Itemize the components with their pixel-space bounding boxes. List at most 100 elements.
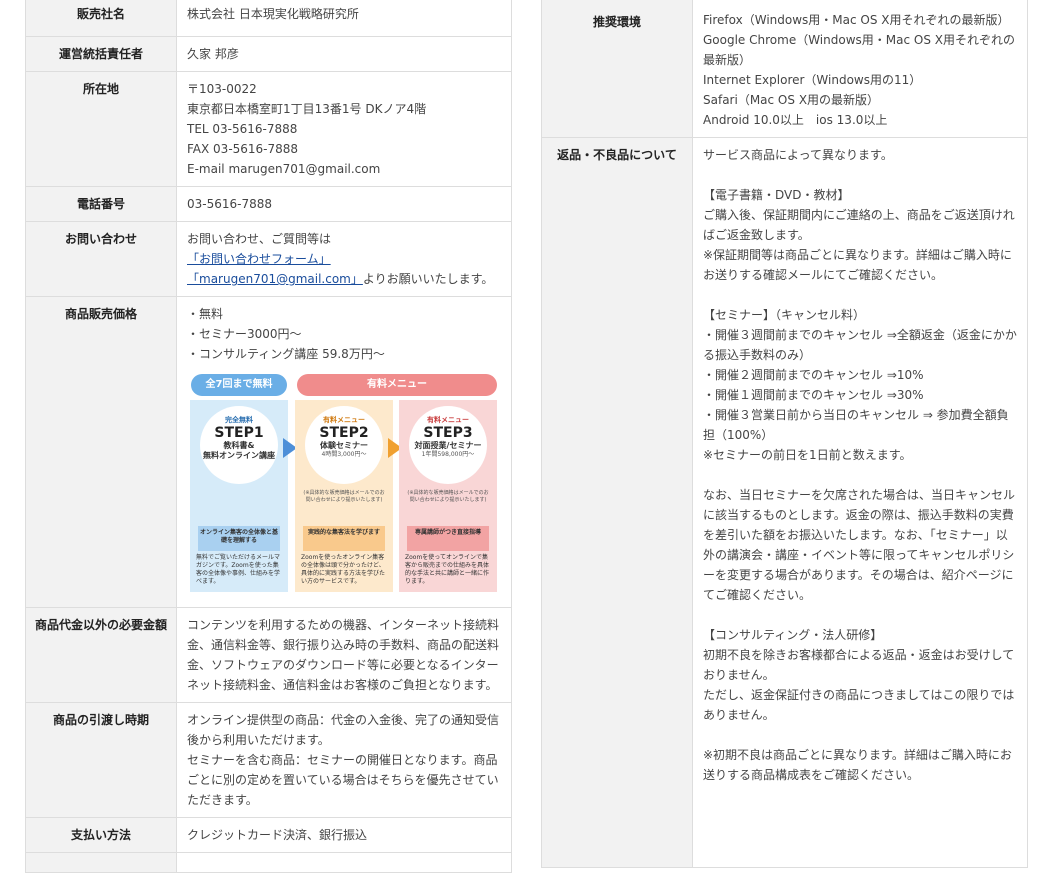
left-spec-table: 販売社名 株式会社 日本現実化戦略研究所 運営統括責任者 久家 邦彦 所在地 〒… (25, 0, 512, 873)
seminar-line: ・開催３営業日前から当日のキャンセル ⇒ 参加費全額負担（100%） (703, 408, 1009, 442)
step3-title: STEP3 (423, 425, 473, 441)
step1-column: 完全無料 STEP1 教科書& 無料オンライン講座 オンライン集客の全体像と基礎… (190, 400, 288, 592)
step1-box: オンライン集客の全体像と基礎を理解する (198, 526, 280, 551)
consult-text: 初期不良を除きお客様都合による返品・返金はお受けしておりません。 (703, 648, 1015, 682)
step2-body: Zoomを使ったオンライン集客の全体像は頭で分かったけど、具体的に実践する方法を… (301, 554, 386, 585)
return-value: サービス商品によって異なります。 【電子書籍・DVD・教材】 ご購入後、保証期間… (692, 137, 1028, 868)
other-fee-value: コンテンツを利用するための機器、インターネット接続料金、通信料金等、銀行振り込み… (176, 607, 512, 703)
address-line: TEL 03-5616-7888 (187, 122, 298, 136)
manager-value: 久家 邦彦 (176, 36, 512, 72)
step2-desc: 4時間3,000円～ (321, 451, 367, 458)
consult-heading: 【コンサルティング・法人研修】 (703, 628, 883, 642)
env-line: Internet Explorer（Windows用の11） (703, 73, 922, 87)
row-delivery: 商品の引渡し時期 オンライン提供型の商品：代金の入金後、完了の通知受信後から利用… (25, 702, 512, 818)
seminar-line: ・開催３週間前までのキャンセル ⇒全額返金（返金にかかる振込手数料のみ） (703, 328, 1017, 362)
phone-label: 電話番号 (25, 186, 177, 222)
row-environment: 推奨環境 Firefox（Windows用・Mac OS X用それぞれの最新版）… (541, 0, 1028, 138)
step2-box: 実践的な集客法を学びます (303, 526, 385, 551)
address-line: E-mail marugen701@gmail.com (187, 162, 381, 176)
next-row-label (25, 852, 177, 873)
seller-value: 株式会社 日本現実化戦略研究所 (176, 0, 512, 37)
manager-label: 運営統括責任者 (25, 36, 177, 72)
step2-note: (※具体的な販売価格はメールでのお問い合わせにより提示いたします) (303, 490, 385, 503)
free-pill: 全7回まで無料 (191, 374, 287, 396)
address-line: FAX 03-5616-7888 (187, 142, 299, 156)
next-row-value (176, 852, 512, 873)
contact-label: お問い合わせ (25, 221, 177, 297)
consult-text: ただし、返金保証付きの商品につきましてはこの限りではありません。 (703, 688, 1015, 722)
other-fee-label: 商品代金以外の必要金額 (25, 607, 177, 703)
row-contact: お問い合わせ お問い合わせ、ご質問等は 「お問い合わせフォーム」 「maruge… (25, 221, 512, 297)
absence-text: なお、当日セミナーを欠席された場合は、当日キャンセルに該当するものとします。返金… (703, 488, 1016, 602)
contact-intro: お問い合わせ、ご質問等は (187, 232, 332, 246)
right-spec-table: 推奨環境 Firefox（Windows用・Mac OS X用それぞれの最新版）… (541, 0, 1028, 868)
row-phone: 電話番号 03-5616-7888 (25, 186, 512, 222)
price-value: ・無料 ・セミナー3000円～ ・コンサルティング講座 59.8万円～ 全7回ま… (176, 296, 512, 608)
step2-column: 有料メニュー STEP2 体験セミナー 4時間3,000円～ (※具体的な販売価… (295, 400, 393, 592)
address-line: 〒103-0022 (187, 82, 257, 96)
contact-value: お問い合わせ、ご質問等は 「お問い合わせフォーム」 「marugen701@gm… (176, 221, 512, 297)
step3-column: 有料メニュー STEP3 対面授業/セミナー 1年間598,000円～ (※具体… (399, 400, 497, 592)
delivery-line: セミナーを含む商品：セミナーの開催日となります。商品ごとに別の定めを置いている場… (187, 753, 499, 807)
step3-box: 専属講師がつき直接指導 (407, 526, 489, 551)
step2-circle: 有料メニュー STEP2 体験セミナー 4時間3,000円～ (305, 406, 383, 484)
return-label: 返品・不良品について (541, 137, 693, 868)
row-returns: 返品・不良品について サービス商品によって異なります。 【電子書籍・DVD・教材… (541, 137, 1028, 868)
seminar-note: ※セミナーの前日を1日前と数えます。 (703, 448, 912, 462)
delivery-label: 商品の引渡し時期 (25, 702, 177, 818)
seller-label: 販売社名 (25, 0, 177, 37)
row-address: 所在地 〒103-0022 東京都日本橋室町1丁目13番1号 DKノア4階 TE… (25, 71, 512, 187)
step3-desc: 1年間598,000円～ (421, 451, 475, 458)
price-label: 商品販売価格 (25, 296, 177, 608)
price-line: ・無料 (187, 307, 224, 321)
ebook-text: ご購入後、保証期間内にご連絡の上、商品をご返送頂ければご返金致します。 (703, 208, 1015, 242)
delivery-line: オンライン提供型の商品：代金の入金後、完了の通知受信後から利用いただけます。 (187, 713, 500, 747)
step3-tag: 有料メニュー (427, 416, 469, 424)
row-next (25, 852, 512, 873)
step3-note: (※具体的な販売価格はメールでのお問い合わせにより提示いたします) (407, 490, 489, 503)
row-payment: 支払い方法 クレジットカード決済、銀行振込 (25, 817, 512, 853)
env-line: Safari（Mac OS X用の最新版） (703, 93, 880, 107)
payment-value: クレジットカード決済、銀行振込 (176, 817, 512, 853)
env-line: Firefox（Windows用・Mac OS X用それぞれの最新版） (703, 13, 1010, 27)
row-price: 商品販売価格 ・無料 ・セミナー3000円～ ・コンサルティング講座 59.8万… (25, 296, 512, 608)
step3-circle: 有料メニュー STEP3 対面授業/セミナー 1年間598,000円～ (409, 406, 487, 484)
contact-email-link[interactable]: 「marugen701@gmail.com」 (187, 272, 363, 286)
seminar-line: ・開催１週間前までのキャンセル ⇒30% (703, 388, 924, 402)
step1-circle: 完全無料 STEP1 教科書& 無料オンライン講座 (200, 406, 278, 484)
row-seller: 販売社名 株式会社 日本現実化戦略研究所 (25, 0, 512, 37)
ebook-note: ※保証期間等は商品ごとに異なります。詳細はご購入時にお送りする確認メールにてご確… (703, 248, 1012, 282)
contact-form-link[interactable]: 「お問い合わせフォーム」 (187, 252, 331, 266)
step1-sub: 教科書& (223, 441, 255, 450)
seminar-line: ・開催２週間前までのキャンセル ⇒10% (703, 368, 924, 382)
row-other-fee: 商品代金以外の必要金額 コンテンツを利用するための機器、インターネット接続料金、… (25, 607, 512, 703)
service-flow-diagram: 全7回まで無料 有料メニュー 完全無料 STEP1 教科書& 無料オンライン講座… (187, 370, 499, 594)
step2-tag: 有料メニュー (323, 416, 365, 424)
step3-body: Zoomを使ってオンラインで集客から販売までの仕組みを具体的な手法と共に講師と一… (405, 554, 490, 585)
step3-sub: 対面授業/セミナー (414, 441, 482, 450)
paid-pill: 有料メニュー (297, 374, 497, 396)
return-intro: サービス商品によって異なります。 (703, 148, 893, 162)
seminar-heading: 【セミナー】（キャンセル料） (703, 308, 866, 322)
env-label: 推奨環境 (541, 0, 693, 138)
payment-label: 支払い方法 (25, 817, 177, 853)
address-line: 東京都日本橋室町1丁目13番1号 DKノア4階 (187, 102, 427, 116)
phone-value: 03-5616-7888 (176, 186, 512, 222)
price-line: ・セミナー3000円～ (187, 327, 302, 341)
defect-note: ※初期不良は商品ごとに異なります。詳細はご購入時にお送りする商品構成表をご確認く… (703, 748, 1012, 782)
step2-title: STEP2 (319, 425, 369, 441)
ebook-heading: 【電子書籍・DVD・教材】 (703, 188, 850, 202)
env-value: Firefox（Windows用・Mac OS X用それぞれの最新版） Goog… (692, 0, 1028, 138)
env-line: Android 10.0以上 ios 13.0以上 (703, 113, 888, 127)
row-manager: 運営統括責任者 久家 邦彦 (25, 36, 512, 72)
step1-body: 無料でご覧いただけるメールマガジンです。Zoomを使った集客の全体像や事例、仕組… (196, 554, 281, 585)
delivery-value: オンライン提供型の商品：代金の入金後、完了の通知受信後から利用いただけます。 セ… (176, 702, 512, 818)
address-value: 〒103-0022 東京都日本橋室町1丁目13番1号 DKノア4階 TEL 03… (176, 71, 512, 187)
step1-title: STEP1 (214, 425, 264, 441)
step1-tag: 完全無料 (225, 416, 253, 424)
env-line: Google Chrome（Windows用・Mac OS X用それぞれの最新版… (703, 33, 1015, 67)
step2-sub: 体験セミナー (320, 441, 368, 450)
price-line: ・コンサルティング講座 59.8万円～ (187, 347, 385, 361)
address-label: 所在地 (25, 71, 177, 187)
step1-desc: 無料オンライン講座 (203, 451, 275, 460)
